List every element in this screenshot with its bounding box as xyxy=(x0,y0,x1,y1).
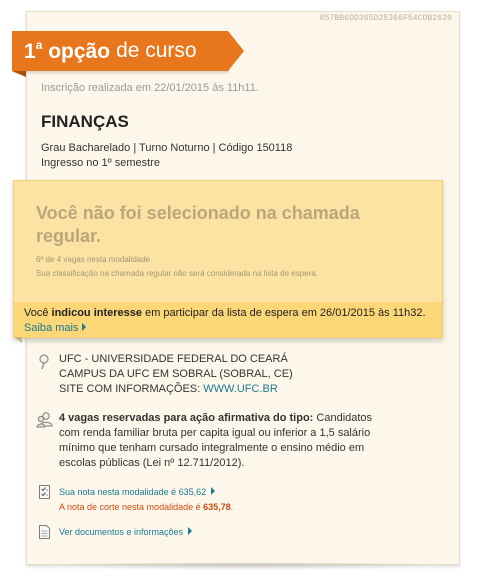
affirmative-action-info: 4 vagas reservadas para ação afirmativa … xyxy=(59,411,389,471)
status-subtext: 6º de 4 vagas nesta modalidade Sua class… xyxy=(36,253,318,281)
status-title: Você não foi selecionado na chamada regu… xyxy=(36,203,360,246)
waitlist-text: Você indicou interesse em participar da … xyxy=(24,307,426,319)
people-icon xyxy=(36,412,53,428)
registration-hash: 857BB6DD365D25366F54CDB2620 xyxy=(319,14,452,23)
ribbon-fold xyxy=(12,71,26,77)
site-line: SITE COM INFORMAÇÕES: WWW.UFC.BR xyxy=(59,383,278,395)
card-shadow xyxy=(44,563,444,571)
registration-date: Inscrição realizada em 22/01/2015 às 11h… xyxy=(41,82,259,94)
course-meta: Grau Bacharelado | Turno Noturno | Códig… xyxy=(41,141,292,171)
documents-link[interactable]: Ver documentos e informações xyxy=(59,527,193,537)
cutoff-score: A nota de corte nesta modalidade é 635,7… xyxy=(59,502,234,512)
affirmative-action-title: 4 vagas reservadas para ação afirmativa … xyxy=(59,412,314,424)
status-rank: 6º de 4 vagas nesta modalidade xyxy=(36,255,151,264)
option-suffix: de curso xyxy=(116,39,197,62)
campus-name: CAMPUS DA UFC EM SOBRAL (SOBRAL, CE) xyxy=(59,368,293,380)
chevron-right-icon xyxy=(82,323,87,331)
score-link[interactable]: Sua nota nesta modalidade é 635,62 xyxy=(59,487,216,497)
course-title: FINANÇAS xyxy=(41,112,129,131)
checklist-icon xyxy=(39,485,50,499)
chevron-right-icon xyxy=(211,487,216,495)
status-box-tab xyxy=(14,337,22,343)
university-info: UFC - UNIVERSIDADE FEDERAL DO CEARÁ CAMP… xyxy=(59,352,293,397)
course-meta-line2: Ingresso no 1º semestre xyxy=(41,157,160,169)
option-ribbon: 1a opção de curso xyxy=(12,31,244,71)
chevron-right-icon xyxy=(188,527,193,535)
status-note: Sua classificação na chamada regular não… xyxy=(36,269,318,278)
waitlist-bar: Você indicou interesse em participar da … xyxy=(14,302,442,337)
status-box: Você não foi selecionado na chamada regu… xyxy=(13,180,443,338)
cutoff-value: 635,78 xyxy=(203,502,231,512)
saiba-mais-link[interactable]: Saiba mais xyxy=(24,322,87,334)
document-icon xyxy=(39,525,50,539)
course-meta-line1: Grau Bacharelado | Turno Noturno | Códig… xyxy=(41,142,293,154)
site-link[interactable]: WWW.UFC.BR xyxy=(203,383,278,395)
university-name: UFC - UNIVERSIDADE FEDERAL DO CEARÁ xyxy=(59,353,288,365)
option-label: 1a opção xyxy=(24,38,111,63)
pin-icon xyxy=(39,354,49,370)
